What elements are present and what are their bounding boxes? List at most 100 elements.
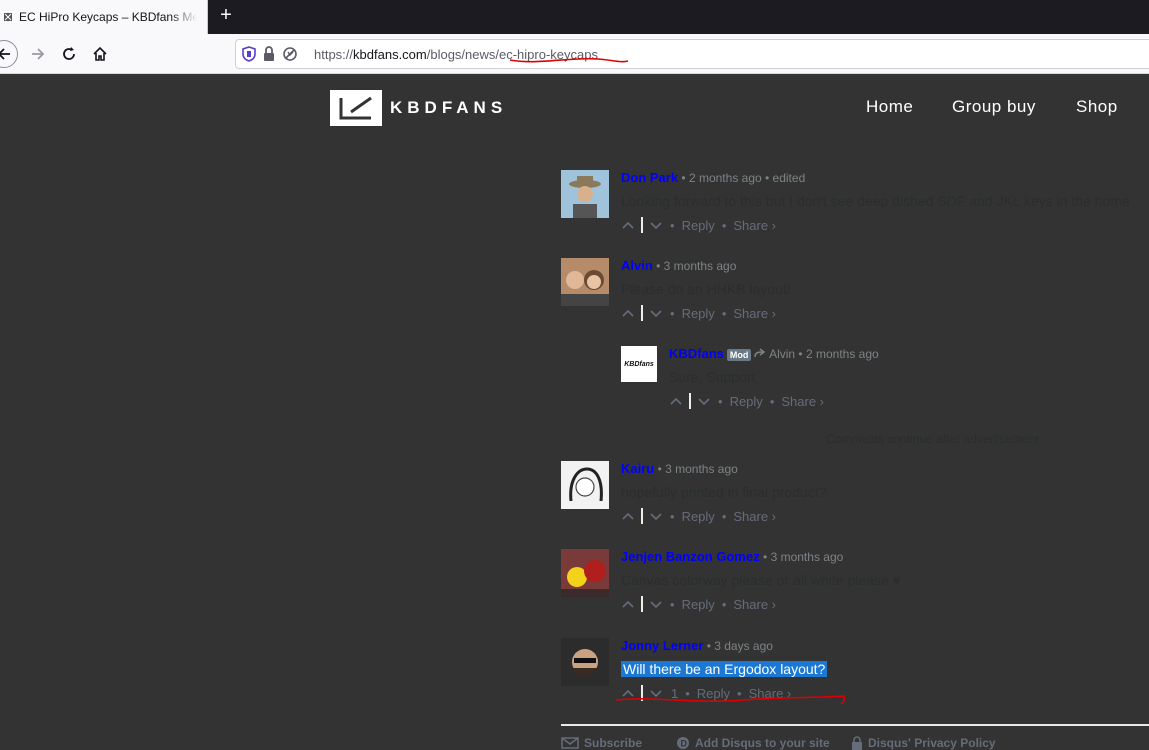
downvote-icon[interactable] [649,509,663,523]
avatar[interactable] [561,258,609,306]
reply-link[interactable]: Reply [682,306,715,321]
comment-text: Sure, Support [669,369,756,385]
comment-body: Kairu • 3 months ago hopefully printed i… [621,461,827,524]
tab-bar: EC HiPro Keycaps – KBDfans Mechanical Ke… [0,0,1149,34]
tab-title: EC HiPro Keycaps – KBDfans Mechanical Ke… [19,10,197,24]
forward-button[interactable] [24,40,52,68]
footer-divider [561,724,1149,726]
vote-divider [641,305,643,321]
downvote-icon[interactable] [697,394,711,408]
comment-time[interactable]: 2 months ago [806,347,879,361]
nav-home[interactable]: Home [866,97,913,117]
downvote-icon[interactable] [649,218,663,232]
reply-arrow-icon [754,348,766,358]
upvote-icon[interactable] [621,306,635,320]
comment-body: KBDfans Mod Alvin • 2 months ago Sure, Su… [669,346,879,409]
lock-icon[interactable] [262,46,276,62]
disqus-icon: D [677,737,689,749]
comment-text: Will there be an Ergodox layout? [621,660,828,678]
add-disqus-link[interactable]: D Add Disqus to your site [676,736,830,750]
comment-time[interactable]: 2 months ago [689,171,762,185]
reload-button[interactable] [55,40,83,68]
reply-link[interactable]: Reply [682,218,715,233]
home-button[interactable] [86,40,114,68]
url-prefix: https:// [314,47,354,62]
reply-link[interactable]: Reply [730,394,763,409]
arrow-right-icon [32,48,45,60]
reply-to-author[interactable]: Alvin [769,347,795,361]
browser-tab[interactable]: EC HiPro Keycaps – KBDfans Mechanical Ke… [0,0,208,34]
back-button[interactable] [0,40,18,68]
lock-icon [852,736,862,750]
comment-time[interactable]: 3 days ago [714,639,773,653]
add-disqus-label: Add Disqus to your site [695,736,830,750]
avatar-photo-icon [561,170,609,218]
upvote-icon[interactable] [669,394,683,408]
comment-author[interactable]: KBDfans [669,346,724,361]
avatar[interactable] [561,638,609,686]
avatar[interactable]: KBDfans [621,346,657,382]
nav-shop[interactable]: Shop [1076,97,1118,117]
comment-author[interactable]: Jonny Lerner [621,638,703,653]
comment-text: Looking forward to this but I don't see … [621,193,1130,209]
privacy-link[interactable]: Disqus' Privacy Policy [851,736,996,750]
nav-group-buy[interactable]: Group buy [952,97,1036,117]
url-security-icons [242,46,298,62]
reply-link[interactable]: Reply [682,509,715,524]
comment-text: Canvas colorway please or all white plea… [621,572,901,588]
share-link[interactable]: Share › [733,306,776,321]
mod-badge: Mod [726,349,752,361]
url-domain: kbdfans.com [353,47,427,62]
share-link[interactable]: Share › [733,218,776,233]
comment-body: Alvin • 3 months ago Please do an HHKB l… [621,258,791,321]
subscribe-label: Subscribe [584,736,643,750]
permissions-icon[interactable] [282,46,298,62]
vote-divider [689,393,691,409]
share-link[interactable]: Share › [733,509,776,524]
red-annotation-underline [615,695,846,705]
comment-author[interactable]: Jenjen Banzon Gomez [621,549,760,564]
navigation-bar: https://kbdfans.com/blogs/news/ec-hipro-… [0,34,1149,74]
avatar-photo-icon [561,549,609,597]
avatar-text: KBDfans [624,360,654,368]
new-tab-button[interactable]: + [214,4,238,28]
avatar[interactable] [561,170,609,218]
upvote-icon[interactable] [621,509,635,523]
comment-body: Jenjen Banzon Gomez • 3 months ago Canva… [621,549,901,612]
upvote-icon[interactable] [621,218,635,232]
share-link[interactable]: Share › [781,394,824,409]
selected-text: Will there be an Ergodox layout? [621,661,828,677]
vote-divider [641,508,643,524]
avatar[interactable] [561,549,609,597]
comment-time[interactable]: 3 months ago [665,462,738,476]
avatar-photo-icon [561,258,609,306]
share-link[interactable]: Share › [733,597,776,612]
envelope-icon [561,737,579,749]
reload-icon [63,47,75,60]
advertisement-note: Comments continue after advertisement [826,432,1039,446]
downvote-icon[interactable] [649,597,663,611]
comment-text: Please do an HHKB layout! [621,281,791,297]
vote-divider [641,596,643,612]
url-bar[interactable]: https://kbdfans.com/blogs/news/ec-hipro-… [235,39,1149,69]
avatar[interactable] [561,461,609,509]
comment-author[interactable]: Kairu [621,461,654,476]
home-icon [93,46,107,61]
upvote-icon[interactable] [621,597,635,611]
logo-k-icon [339,96,372,120]
comment-body: Don Park • 2 months ago • edited Looking… [621,170,1130,233]
downvote-icon[interactable] [649,306,663,320]
red-annotation-underline [509,57,629,63]
comment-author[interactable]: Don Park [621,170,678,185]
comment-time[interactable]: 3 months ago [664,259,737,273]
subscribe-link[interactable]: Subscribe [561,736,642,750]
arrow-left-icon [0,48,10,60]
site-logo[interactable]: KBDFANS [330,90,507,126]
comment-body: Jonny Lerner • 3 days ago Will there be … [621,638,828,701]
svg-text:D: D [681,739,688,749]
avatar-photo-icon [561,638,609,686]
comment-time[interactable]: 3 months ago [771,550,844,564]
comment-author[interactable]: Alvin [621,258,653,273]
shield-icon[interactable] [242,46,256,62]
reply-link[interactable]: Reply [682,597,715,612]
